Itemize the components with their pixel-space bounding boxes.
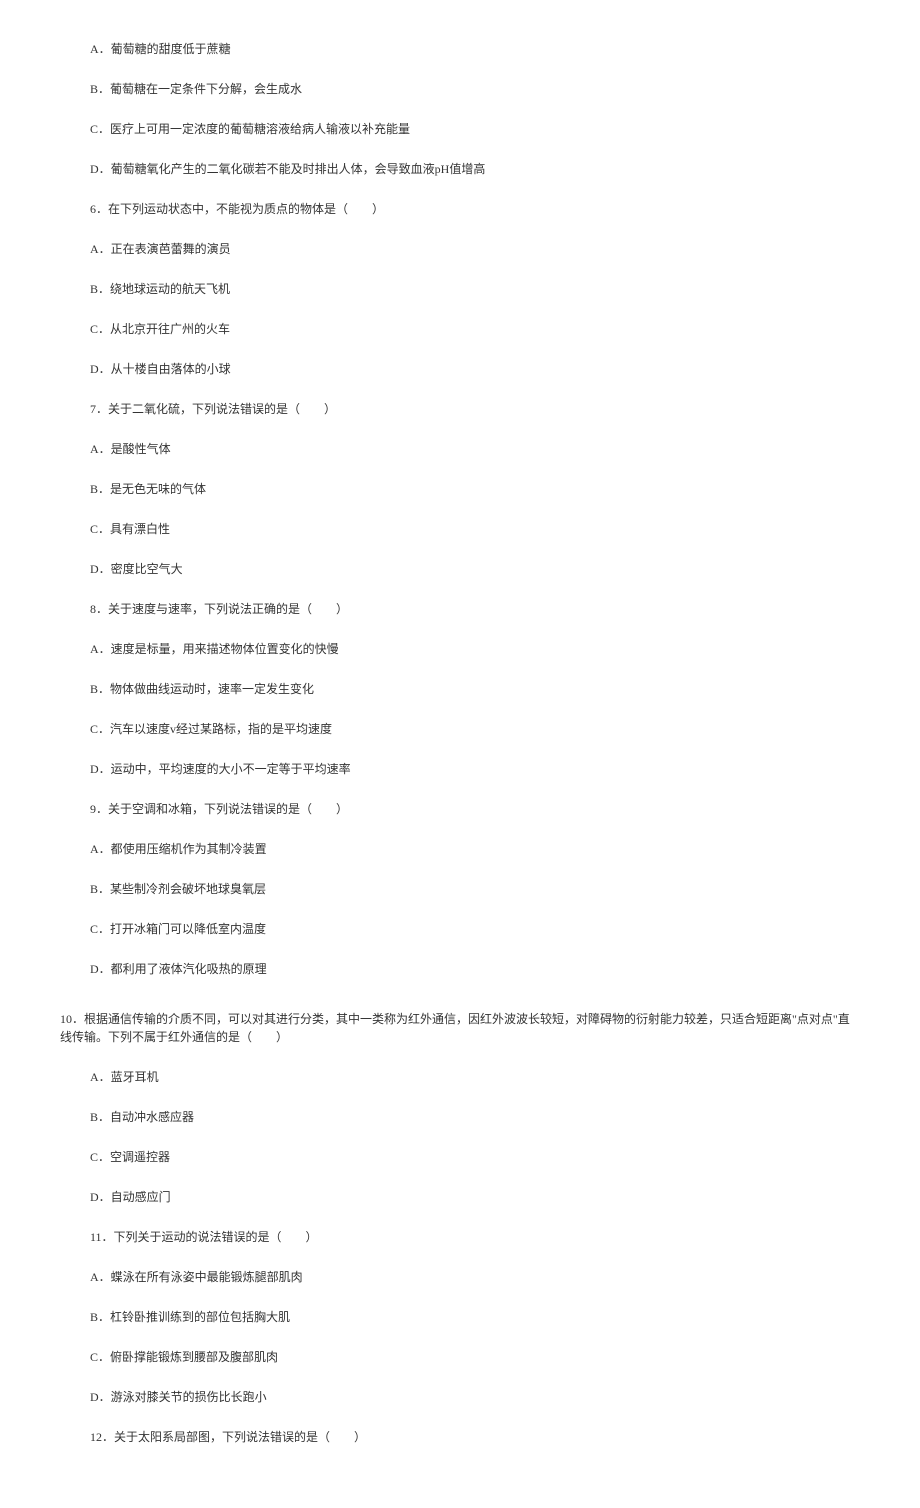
text-line: A．速度是标量，用来描述物体位置变化的快慢	[90, 640, 860, 658]
text-line: A．蝶泳在所有泳姿中最能锻炼腿部肌肉	[90, 1268, 860, 1286]
text-line: 7．关于二氧化硫，下列说法错误的是（ ）	[90, 400, 860, 418]
text-line: 12．关于太阳系局部图，下列说法错误的是（ ）	[90, 1428, 860, 1446]
text-line: C．空调遥控器	[90, 1148, 860, 1166]
text-line: 8．关于速度与速率，下列说法正确的是（ ）	[90, 600, 860, 618]
text-line: D．运动中，平均速度的大小不一定等于平均速率	[90, 760, 860, 778]
text-line: D．葡萄糖氧化产生的二氧化碳若不能及时排出人体，会导致血液pH值增高	[90, 160, 860, 178]
text-line: A．是酸性气体	[90, 440, 860, 458]
text-line: C．医疗上可用一定浓度的葡萄糖溶液给病人输液以补充能量	[90, 120, 860, 138]
text-line: B．某些制冷剂会破坏地球臭氧层	[90, 880, 860, 898]
text-line: B．绕地球运动的航天飞机	[90, 280, 860, 298]
text-line: B．杠铃卧推训练到的部位包括胸大肌	[90, 1308, 860, 1326]
text-line: 9．关于空调和冰箱，下列说法错误的是（ ）	[90, 800, 860, 818]
text-line: A．葡萄糖的甜度低于蔗糖	[90, 40, 860, 58]
text-line: D．从十楼自由落体的小球	[90, 360, 860, 378]
text-line: C．汽车以速度v经过某路标，指的是平均速度	[90, 720, 860, 738]
text-line: C．从北京开往广州的火车	[90, 320, 860, 338]
text-line: A．都使用压缩机作为其制冷装置	[90, 840, 860, 858]
text-line: D．自动感应门	[90, 1188, 860, 1206]
text-line: B．物体做曲线运动时，速率一定发生变化	[90, 680, 860, 698]
text-line: B．葡萄糖在一定条件下分解，会生成水	[90, 80, 860, 98]
text-line: B．自动冲水感应器	[90, 1108, 860, 1126]
text-line: D．游泳对膝关节的损伤比长跑小	[90, 1388, 860, 1406]
text-line: C．俯卧撑能锻炼到腰部及腹部肌肉	[90, 1348, 860, 1366]
text-line: B．是无色无味的气体	[90, 480, 860, 498]
text-line: A．蓝牙耳机	[90, 1068, 860, 1086]
text-line: 10．根据通信传输的介质不同，可以对其进行分类，其中一类称为红外通信，因红外波波…	[60, 1010, 860, 1046]
text-line: A．正在表演芭蕾舞的演员	[90, 240, 860, 258]
text-line: D．都利用了液体汽化吸热的原理	[90, 960, 860, 978]
text-line: 6．在下列运动状态中，不能视为质点的物体是（ ）	[90, 200, 860, 218]
text-line: C．具有漂白性	[90, 520, 860, 538]
text-line: C．打开冰箱门可以降低室内温度	[90, 920, 860, 938]
text-line: 11．下列关于运动的说法错误的是（ ）	[90, 1228, 860, 1246]
text-line: D．密度比空气大	[90, 560, 860, 578]
